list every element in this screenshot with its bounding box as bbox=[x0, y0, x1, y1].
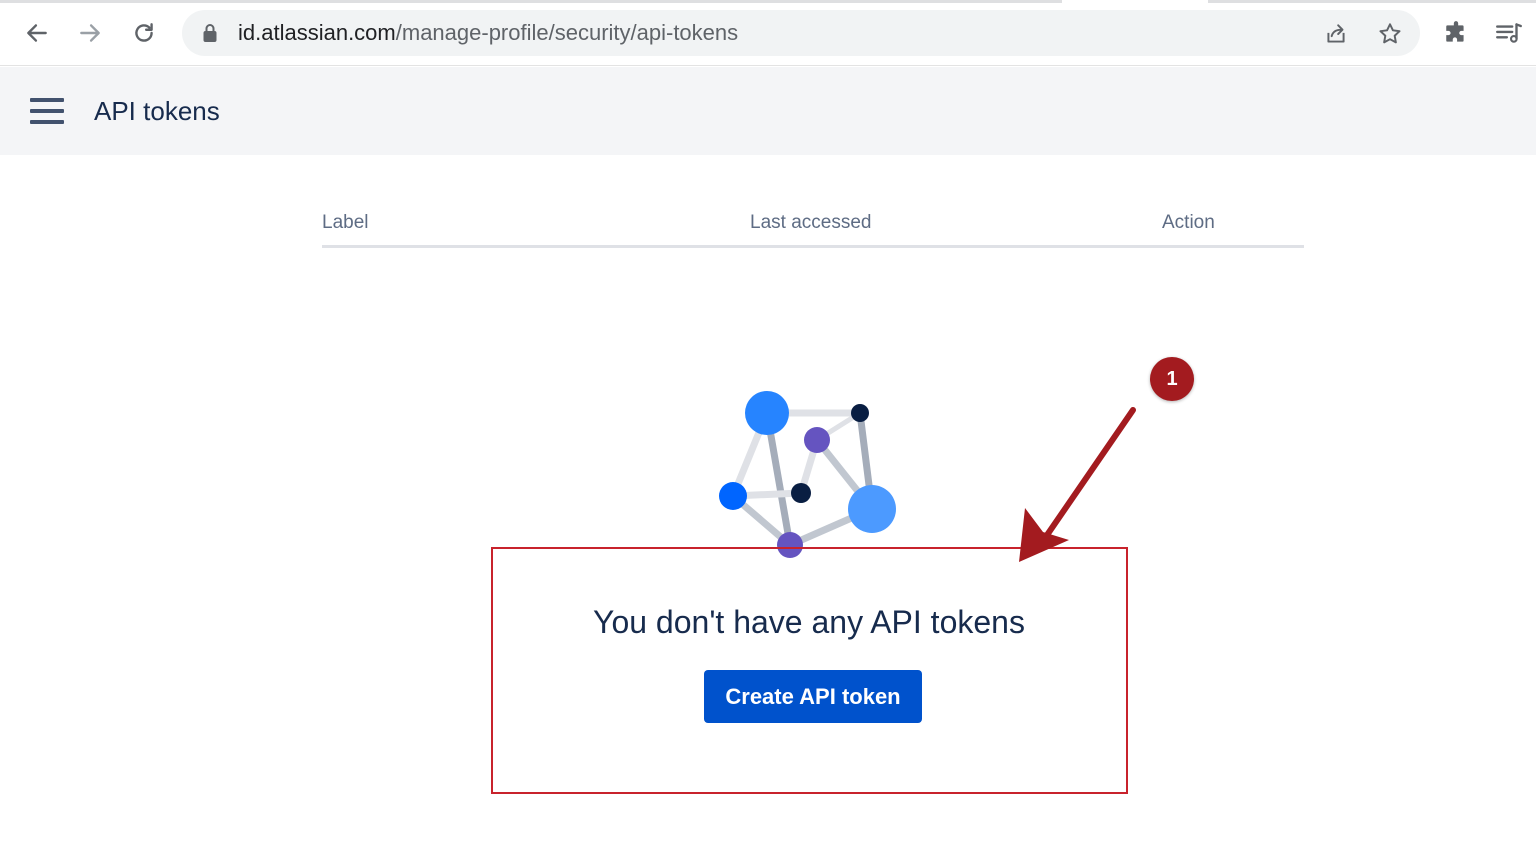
address-url[interactable]: id.atlassian.com/manage-profile/security… bbox=[238, 21, 738, 45]
annotation-step-badge: 1 bbox=[1150, 357, 1194, 401]
back-icon bbox=[27, 24, 47, 42]
hamburger-menu-icon[interactable] bbox=[30, 98, 64, 124]
tab-strip-edge bbox=[0, 0, 1536, 3]
page-title: API tokens bbox=[94, 96, 220, 126]
lock-icon[interactable] bbox=[202, 23, 218, 48]
column-header-action: Action bbox=[1162, 212, 1215, 233]
network-molecule-illustration bbox=[719, 391, 896, 558]
annotation-highlight-box bbox=[491, 547, 1128, 794]
extensions-puzzle-icon[interactable] bbox=[1440, 17, 1472, 49]
forward-button[interactable] bbox=[72, 15, 108, 51]
forward-icon bbox=[80, 24, 100, 42]
annotation-arrow-icon bbox=[1019, 407, 1136, 562]
reload-button[interactable] bbox=[126, 15, 162, 51]
tokens-table-header: Label Last accessed Action bbox=[322, 210, 1304, 248]
column-header-last-accessed: Last accessed bbox=[750, 212, 872, 233]
browser-toolbar: id.atlassian.com/manage-profile/security… bbox=[0, 0, 1536, 66]
app-header: API tokens bbox=[0, 67, 1536, 155]
back-button[interactable] bbox=[19, 15, 55, 51]
url-path: /manage-profile/security/api-tokens bbox=[395, 20, 739, 45]
reading-list-icon[interactable] bbox=[1493, 17, 1525, 49]
share-icon[interactable] bbox=[1322, 20, 1350, 48]
reload-icon bbox=[135, 23, 153, 42]
bookmark-star-icon[interactable] bbox=[1376, 20, 1404, 48]
column-header-label: Label bbox=[322, 212, 369, 233]
address-bar[interactable]: id.atlassian.com/manage-profile/security… bbox=[182, 10, 1420, 56]
url-host: id.atlassian.com bbox=[238, 20, 396, 45]
